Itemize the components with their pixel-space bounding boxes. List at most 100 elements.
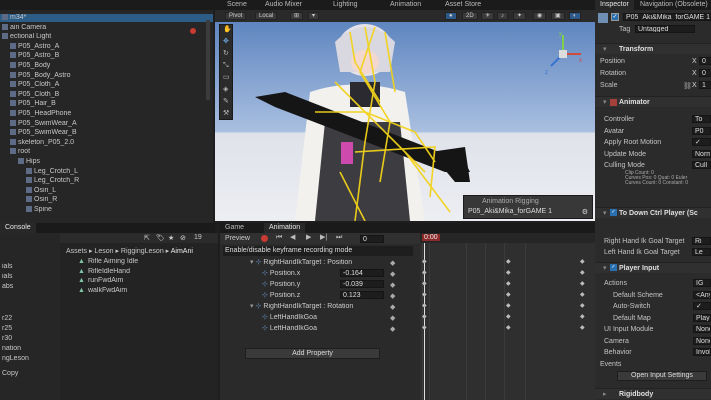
hierarchy-item[interactable]: Osiri_R bbox=[0, 196, 213, 204]
rect-tool-icon[interactable]: ▭ bbox=[223, 74, 230, 82]
active-checkbox[interactable]: ✓ bbox=[611, 13, 619, 21]
hierarchy-item[interactable]: root bbox=[0, 148, 213, 156]
inspector-row-value[interactable]: ✓ bbox=[692, 138, 711, 146]
inspector-row-value[interactable]: Invok bbox=[693, 348, 711, 356]
preview-button[interactable]: Preview bbox=[225, 235, 250, 242]
playhead-line[interactable] bbox=[424, 243, 425, 400]
frame-field[interactable]: 0 bbox=[360, 235, 384, 243]
animation-timeline[interactable]: 0:00 ◆ ◆ ◆ ◆ ◆ ◆ ◆ ◆ ◆ ◆ ◆ ◆ ◆ ◆ ◆ ◆ ◆ ◆ ◆ ◆ ◆ bbox=[420, 233, 595, 400]
hierarchy-item[interactable]: Leg_Crotch_R bbox=[0, 177, 213, 185]
tab-animation-top[interactable]: Animation bbox=[385, 0, 426, 10]
keyframe-diamond[interactable]: ◆ bbox=[422, 302, 427, 309]
tab-asset-store[interactable]: Asset Store bbox=[440, 0, 486, 10]
breadcrumb-aimani[interactable]: AimAni bbox=[171, 248, 193, 255]
prev-frame-icon[interactable]: ◀ bbox=[290, 234, 295, 242]
add-property-button[interactable]: Add Property bbox=[245, 348, 380, 359]
record-button-icon[interactable] bbox=[261, 235, 268, 242]
tab-navigation[interactable]: Navigation (Obsolete) bbox=[635, 0, 711, 10]
hierarchy-item[interactable]: P05_SwimWear_A bbox=[0, 119, 213, 128]
property-value-field[interactable]: 0.123 bbox=[340, 291, 384, 299]
console-item[interactable]: ials bbox=[0, 273, 60, 281]
next-frame-icon[interactable]: ▶| bbox=[320, 234, 327, 242]
keyframe-diamond[interactable]: ◆ bbox=[506, 324, 511, 331]
keyframe-toggle-icon[interactable]: ◆ bbox=[390, 292, 395, 300]
inspector-row-value[interactable]: P0 bbox=[692, 126, 711, 135]
inspector-row-value[interactable]: Cull bbox=[692, 161, 711, 169]
inspector-row-value[interactable]: ✓ bbox=[693, 302, 711, 310]
keyframe-diamond[interactable]: ◆ bbox=[580, 291, 585, 298]
tab-animation[interactable]: Animation bbox=[264, 223, 306, 233]
todown-fold-icon[interactable]: ▾ bbox=[603, 209, 607, 217]
transform-fold-icon[interactable]: ▾ bbox=[603, 45, 607, 53]
scene-view[interactable]: ✋ ✥ ↻ ⤡ ▭ ◈ ✎ ⚒ y x z Animation Rigging … bbox=[215, 22, 595, 221]
scale-link-icon[interactable]: ⛓ bbox=[683, 82, 692, 90]
inspector-row-value[interactable]: IG bbox=[693, 279, 711, 287]
keyframe-diamond[interactable]: ◆ bbox=[580, 258, 585, 265]
inspector-row-value[interactable]: None bbox=[693, 336, 711, 345]
inspector-row-value[interactable]: Ri bbox=[692, 237, 711, 245]
move-tool-icon[interactable]: ✥ bbox=[223, 38, 229, 46]
transform-header[interactable]: Transform bbox=[595, 43, 711, 54]
tab-console[interactable]: Console bbox=[0, 223, 36, 233]
project-file[interactable]: ▲ walkFwdAim bbox=[60, 287, 218, 295]
camera-settings-icon[interactable]: ▣ bbox=[551, 12, 565, 20]
hidden-icon[interactable]: ⊘ bbox=[180, 234, 186, 242]
keyframe-diamond[interactable]: ◆ bbox=[422, 313, 427, 320]
keyframe-diamond[interactable]: ◆ bbox=[422, 280, 427, 287]
star-icon[interactable]: ★ bbox=[168, 234, 174, 242]
inspector-row-value[interactable]: Le bbox=[692, 248, 711, 256]
hierarchy-item[interactable]: P05_SwimWear_B bbox=[0, 129, 213, 137]
rotation-x-field[interactable]: 0 bbox=[699, 69, 711, 77]
keyframe-diamond[interactable]: ◆ bbox=[506, 258, 511, 265]
console-item[interactable]: nation bbox=[0, 345, 60, 353]
keyframe-toggle-icon[interactable]: ◆ bbox=[390, 303, 395, 311]
timeline-ruler[interactable]: 0:00 bbox=[420, 233, 595, 243]
hierarchy-item[interactable]: Osiri_L bbox=[0, 186, 213, 195]
inspector-row-value[interactable]: Norm bbox=[692, 149, 711, 158]
rotate-tool-icon[interactable]: ↻ bbox=[223, 50, 229, 58]
property-value-field[interactable]: -0.164 bbox=[340, 269, 384, 277]
console-item[interactable]: abs bbox=[0, 283, 60, 291]
tab-inspector[interactable]: Inspector bbox=[595, 0, 634, 10]
keyframe-diamond[interactable]: ◆ bbox=[422, 269, 427, 276]
keyframe-toggle-icon[interactable]: ◆ bbox=[390, 259, 395, 267]
animator-fold-icon[interactable]: ▾ bbox=[603, 98, 607, 106]
hierarchy-item[interactable]: ain Camera bbox=[0, 23, 213, 32]
console-item[interactable]: Copy bbox=[0, 370, 60, 378]
project-file[interactable]: ▲ Rifle Aiming Idle bbox=[60, 258, 218, 266]
keyframe-diamond[interactable]: ◆ bbox=[422, 291, 427, 298]
breadcrumb-riggingleson[interactable]: RiggingLeson bbox=[121, 248, 164, 255]
keyframe-diamond[interactable]: ◆ bbox=[580, 324, 585, 331]
playerinput-fold-icon[interactable]: ▾ bbox=[603, 264, 607, 272]
property-value-field[interactable]: -0.039 bbox=[340, 280, 384, 288]
2d-toggle[interactable]: 2D bbox=[462, 12, 478, 20]
lighting-toggle-icon[interactable]: ☀ bbox=[481, 12, 495, 20]
tab-game[interactable]: Game bbox=[220, 223, 249, 233]
hierarchy-item[interactable]: P05_Body bbox=[0, 62, 213, 70]
local-button[interactable]: Local bbox=[255, 12, 278, 20]
tab-scene[interactable]: Scene bbox=[222, 0, 252, 10]
breadcrumb-assets[interactable]: Assets bbox=[66, 248, 87, 255]
hierarchy-item[interactable]: P05_HeadPhone bbox=[0, 110, 213, 118]
rigidbody-header[interactable]: Rigidbody bbox=[595, 388, 711, 399]
play-icon[interactable]: ▶ bbox=[306, 234, 311, 242]
tab-audio-mixer[interactable]: Audio Mixer bbox=[260, 0, 307, 10]
keyframe-diamond[interactable]: ◆ bbox=[506, 291, 511, 298]
shading-mode-icon[interactable]: ● bbox=[445, 12, 457, 20]
position-x-field[interactable]: 0 bbox=[699, 57, 711, 65]
hierarchy-item[interactable]: P05_Body_Astro bbox=[0, 71, 213, 80]
scale-tool-icon[interactable]: ⤡ bbox=[223, 62, 229, 70]
keyframe-diamond[interactable]: ◆ bbox=[506, 269, 511, 276]
inspector-row-value[interactable]: To bbox=[692, 115, 711, 123]
keyframe-toggle-icon[interactable]: ◆ bbox=[390, 270, 395, 278]
hierarchy-item[interactable]: m34* bbox=[0, 14, 213, 22]
custom-tool-icon[interactable]: ✎ bbox=[223, 98, 229, 106]
playerinput-enabled-checkbox[interactable]: ✓ bbox=[610, 264, 617, 271]
rigidbody-fold-icon[interactable]: ▸ bbox=[603, 390, 607, 398]
keyframe-diamond[interactable]: ◆ bbox=[580, 313, 585, 320]
property-fold-icon[interactable]: ▾ bbox=[250, 303, 254, 310]
object-name-field[interactable]: P05_Aki&Mika_forGAME 1 bbox=[623, 13, 711, 21]
keyframe-diamond[interactable]: ◆ bbox=[506, 313, 511, 320]
gizmos-icon[interactable]: ◐ bbox=[569, 12, 581, 20]
hierarchy-item[interactable]: Hips bbox=[0, 158, 213, 166]
